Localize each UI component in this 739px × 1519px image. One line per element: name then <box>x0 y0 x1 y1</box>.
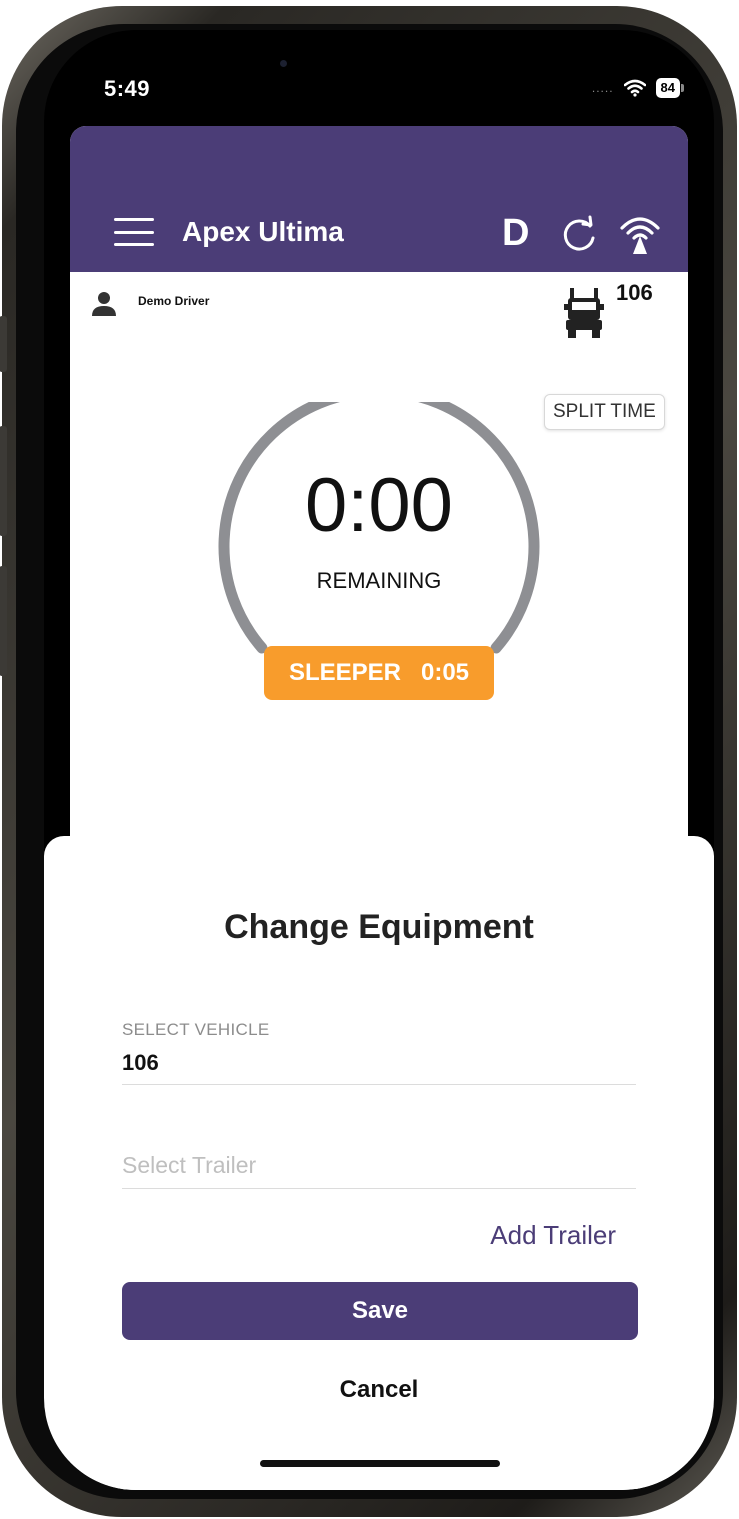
truck-icon[interactable] <box>562 284 606 340</box>
wifi-icon[interactable] <box>618 212 662 256</box>
vehicle-field-label: SELECT VEHICLE <box>122 1020 270 1039</box>
side-button <box>0 316 7 372</box>
refresh-icon[interactable] <box>558 214 600 256</box>
app-title: Apex Ultima <box>182 216 344 247</box>
vehicle-field-underline <box>122 1084 636 1085</box>
phone-screen: 5:49 ..... 84 Apex Ultima D Demo Driver … <box>44 30 714 1490</box>
wifi-status-icon <box>623 79 646 97</box>
app-header: Apex Ultima D <box>70 126 688 272</box>
add-trailer-link[interactable]: Add Trailer <box>490 1220 616 1251</box>
cancel-button[interactable]: Cancel <box>44 1376 714 1404</box>
sheet-title: Change Equipment <box>224 908 534 946</box>
status-right: ..... 84 <box>592 78 684 98</box>
battery-icon: 84 <box>655 78 680 98</box>
duty-status-icon[interactable]: D <box>502 212 529 255</box>
status-time: 0:05 <box>420 659 470 686</box>
change-equipment-sheet: Change Equipment SELECT VEHICLE 106 Sele… <box>44 836 714 1490</box>
camera-dot <box>280 60 287 67</box>
vehicle-number: 106 <box>616 280 653 305</box>
status-time: 5:49 <box>104 76 151 101</box>
battery-tip <box>681 84 684 92</box>
vehicle-select[interactable]: 106 <box>122 1050 159 1076</box>
trailer-field-underline <box>122 1188 636 1189</box>
menu-icon[interactable] <box>114 218 154 246</box>
status-badge[interactable]: SLEEPER 0:05 <box>264 646 494 700</box>
save-button[interactable]: Save <box>122 1282 638 1340</box>
driver-icon <box>92 292 116 316</box>
timer-value: 0:00 <box>305 463 453 548</box>
home-indicator[interactable] <box>260 1460 500 1467</box>
signal-dots-icon: ..... <box>591 81 614 95</box>
driver-name: Demo Driver <box>138 294 210 308</box>
side-button <box>0 426 7 536</box>
trailer-select[interactable]: Select Trailer <box>122 1152 256 1179</box>
split-time-button[interactable]: SPLIT TIME <box>544 394 665 430</box>
side-button <box>0 566 7 676</box>
timer-label: REMAINING <box>316 568 442 593</box>
status-label: SLEEPER <box>288 659 401 686</box>
